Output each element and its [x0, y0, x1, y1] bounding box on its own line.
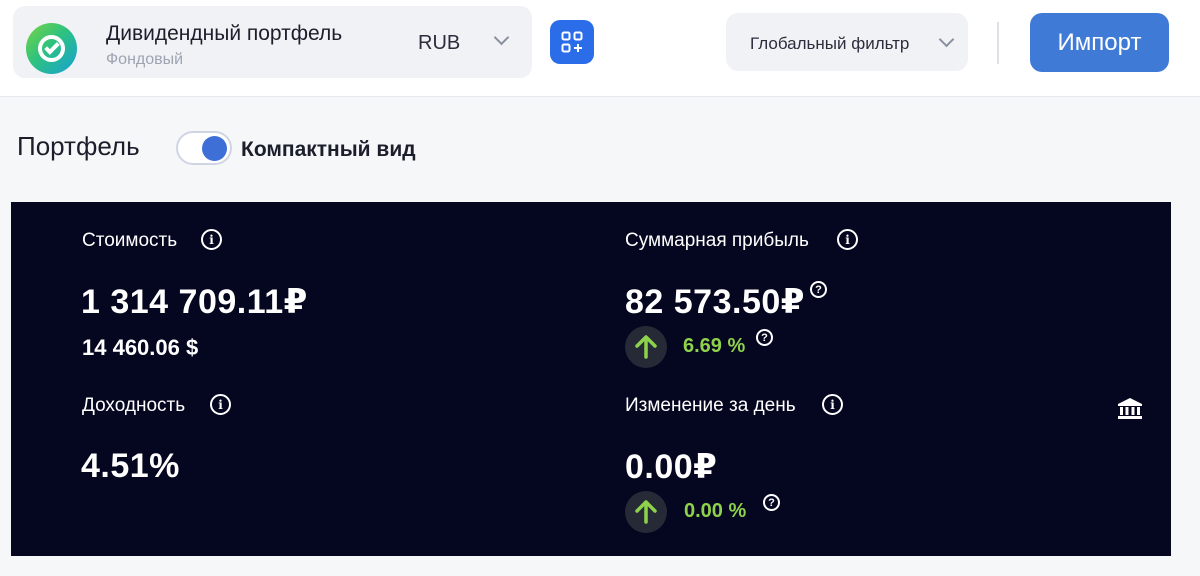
- compact-view-label: Компактный вид: [241, 138, 416, 161]
- info-icon[interactable]: i: [822, 394, 843, 415]
- portfolio-logo: [26, 23, 77, 74]
- currency-label: RUB: [418, 32, 461, 54]
- question-icon[interactable]: ?: [756, 329, 773, 346]
- trend-up-badge: [625, 491, 667, 533]
- yield-value: 4.51%: [81, 447, 180, 485]
- info-icon[interactable]: i: [201, 229, 222, 250]
- info-icon[interactable]: i: [210, 394, 231, 415]
- portfolio-type: Фондовый: [106, 51, 184, 68]
- top-bar: Дивидендный портфель Фондовый RUB Глобал…: [0, 0, 1200, 97]
- arrow-up-icon: [635, 500, 657, 524]
- day-change-percent: 0.00 %: [684, 500, 747, 522]
- value-label: Стоимость: [82, 230, 178, 251]
- portfolio-value: 1 314 709.11₽: [81, 283, 308, 321]
- yield-label: Доходность: [82, 395, 186, 416]
- total-profit-percent: 6.69 %: [683, 335, 746, 357]
- bank-icon[interactable]: [1118, 398, 1142, 425]
- total-profit-value: 82 573.50₽: [625, 283, 805, 321]
- portfolio-summary-panel: Стоимость i 1 314 709.11₽ 14 460.06 $ Су…: [11, 202, 1171, 556]
- toggle-knob: [202, 136, 227, 161]
- global-filter-dropdown[interactable]: Глобальный фильтр: [726, 13, 968, 71]
- total-profit-label: Суммарная прибыль: [625, 230, 809, 251]
- compact-view-toggle[interactable]: [176, 131, 232, 165]
- chevron-down-icon: [938, 31, 955, 48]
- add-widget-button[interactable]: [550, 20, 594, 64]
- day-change-label: Изменение за день: [625, 395, 796, 416]
- day-change-value: 0.00₽: [625, 448, 718, 486]
- portfolio-selector[interactable]: Дивидендный портфель Фондовый RUB: [13, 6, 532, 78]
- chevron-down-icon: [493, 29, 510, 46]
- import-button[interactable]: Импорт: [1030, 13, 1169, 72]
- question-icon[interactable]: ?: [810, 281, 827, 298]
- question-icon[interactable]: ?: [763, 494, 780, 511]
- divider: [997, 22, 999, 64]
- portfolio-name: Дивидендный портфель: [106, 22, 343, 45]
- info-icon[interactable]: i: [837, 229, 858, 250]
- portfolio-value-usd: 14 460.06 $: [82, 335, 199, 360]
- page-title: Портфель: [17, 131, 140, 161]
- trend-up-badge: [625, 326, 667, 368]
- global-filter-label: Глобальный фильтр: [750, 34, 910, 53]
- apps-add-icon: [561, 31, 583, 53]
- arrow-up-icon: [635, 335, 657, 359]
